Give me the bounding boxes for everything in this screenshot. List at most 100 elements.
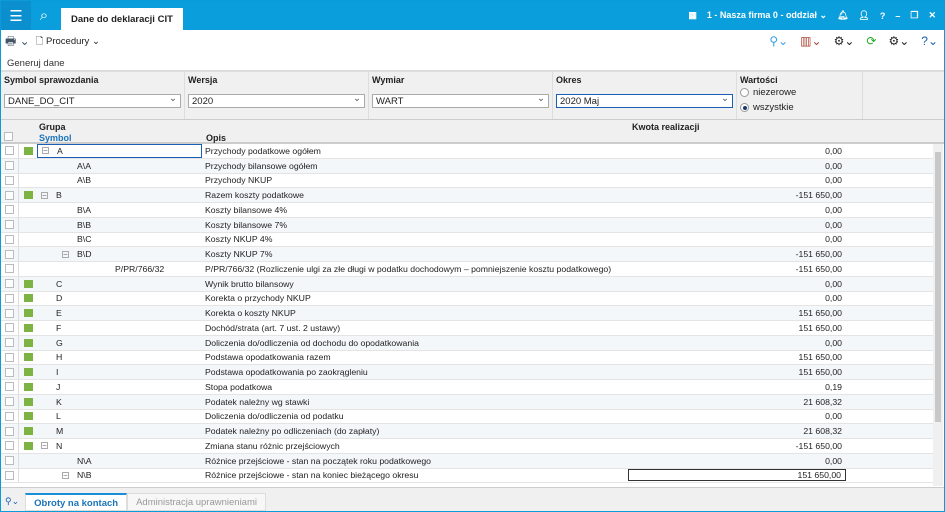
row-checkbox[interactable] (5, 426, 14, 436)
wymiar-select[interactable]: WART (372, 93, 549, 108)
row-opis: Razem koszty podatkowe (205, 190, 304, 201)
row-checkbox[interactable] (5, 382, 14, 392)
bottom-menu-icon[interactable]: ⚲⌄ (5, 496, 19, 507)
collapse-icon[interactable]: – (62, 250, 69, 258)
help-circle-icon[interactable]: ?⌄ (921, 34, 938, 48)
row-kwota: 0,00 (825, 175, 842, 186)
status-marker (23, 427, 33, 436)
search-icon[interactable]: ⌕ (31, 1, 57, 30)
row-symbol: B (56, 190, 62, 201)
close-icon[interactable]: ✕ (928, 10, 936, 21)
row-checkbox[interactable] (5, 264, 14, 274)
row-opis: Przychody NKUP (205, 175, 273, 186)
row-checkbox[interactable] (5, 146, 14, 156)
table-row[interactable]: L Doliczenia do/odliczenia od podatku 0,… (1, 409, 934, 425)
row-checkbox[interactable] (5, 234, 14, 244)
row-checkbox[interactable] (5, 338, 14, 348)
col-symbol[interactable]: Symbol (39, 133, 72, 143)
okres-select[interactable]: 2020 Maj (556, 93, 733, 108)
table-row[interactable]: – A Przychody podatkowe ogółem 0,00 (1, 144, 934, 159)
collapse-icon[interactable]: – (42, 147, 49, 155)
table-row[interactable]: D Korekta o przychody NKUP 0,00 (1, 291, 934, 307)
row-checkbox[interactable] (5, 367, 14, 377)
restore-icon[interactable]: ❐ (910, 10, 918, 21)
vertical-scrollbar[interactable] (933, 144, 943, 486)
row-checkbox[interactable] (5, 175, 14, 185)
row-checkbox[interactable] (5, 397, 14, 407)
table-row[interactable]: – B\D Koszty NKUP 7% -151 650,00 (1, 247, 934, 262)
layout-icon[interactable]: ⚙⌄ (888, 34, 909, 48)
row-checkbox[interactable] (5, 352, 14, 362)
row-checkbox[interactable] (5, 161, 14, 171)
table-row[interactable]: B\A Koszty bilansowe 4% 0,00 (1, 203, 934, 218)
wersja-select[interactable]: 2020 (188, 93, 365, 108)
row-symbol: L (56, 411, 61, 422)
col-grupa[interactable]: Grupa (39, 122, 66, 132)
table-row[interactable]: – N Zmiana stanu różnic przejściowych -15… (1, 439, 934, 454)
settings-icon[interactable]: ⚙⌄ (834, 34, 855, 48)
symbol-select[interactable]: DANE_DO_CIT (4, 93, 181, 108)
row-checkbox[interactable] (5, 293, 14, 303)
procedury-button[interactable]: 🗋 Procedury ⌄ (36, 34, 100, 50)
table-row[interactable]: E Korekta o koszty NKUP 151 650,00 (1, 306, 934, 321)
table-row[interactable]: A\A Przychody bilansowe ogółem 0,00 (1, 158, 934, 174)
table-row[interactable]: H Podstawa opodatkowania razem 151 650,0… (1, 350, 934, 366)
row-opis: Dochód/strata (art. 7 ust. 2 ustawy) (205, 322, 341, 333)
row-checkbox[interactable] (5, 220, 14, 230)
row-checkbox[interactable] (5, 456, 14, 466)
table-row[interactable]: A\B Przychody NKUP 0,00 (1, 173, 934, 189)
table-row[interactable]: G Doliczenia do/odliczenia od dochodu do… (1, 335, 934, 351)
company-selector[interactable]: 1 - Nasza firma 0 - oddział ⌄ (707, 10, 827, 21)
apps-grid-icon[interactable]: ▦ (688, 10, 697, 21)
radio-niezerowe[interactable]: niezerowe (740, 87, 859, 98)
collapse-icon[interactable]: – (62, 471, 69, 479)
row-checkbox[interactable] (5, 470, 14, 480)
table-row[interactable]: – N\B Różnice przejściowe - stan na konie… (1, 468, 934, 484)
table-row[interactable]: I Podstawa opodatkowania po zaokrągleniu… (1, 365, 934, 380)
tab-administracja[interactable]: Administracja uprawnieniami (127, 493, 266, 511)
row-symbol: I (56, 367, 59, 378)
generuj-dane-button[interactable]: Generuj dane (1, 54, 944, 72)
collapse-icon[interactable]: – (41, 191, 48, 199)
minimize-icon[interactable]: – (895, 11, 900, 21)
symbol-label: Symbol sprawozdania (4, 75, 99, 85)
row-checkbox[interactable] (5, 190, 14, 200)
row-checkbox[interactable] (5, 308, 14, 318)
table-row[interactable]: M Podatek należny po odliczeniach (do za… (1, 424, 934, 439)
menu-icon[interactable]: ☰ (1, 1, 31, 30)
row-checkbox[interactable] (5, 411, 14, 421)
help-icon[interactable]: ? (880, 11, 886, 21)
table-row[interactable]: P/PR/766/32 P/PR/766/32 (Rozliczenie ulg… (1, 262, 934, 277)
table-row[interactable]: C Wynik brutto bilansowy 0,00 (1, 276, 934, 292)
collapse-icon[interactable]: – (41, 442, 48, 450)
row-checkbox[interactable] (5, 249, 14, 259)
radio-wszystkie[interactable]: wszystkie (740, 102, 859, 113)
table-row[interactable]: B\C Koszty NKUP 4% 0,00 (1, 232, 934, 248)
row-kwota: 0,00 (825, 455, 842, 466)
table-row[interactable]: – B Razem koszty podatkowe -151 650,00 (1, 188, 934, 203)
row-checkbox[interactable] (5, 279, 14, 289)
tab-obroty[interactable]: Obroty na kontach (25, 493, 128, 511)
table-row[interactable]: N\A Różnice przejściowe - stan na począt… (1, 453, 934, 469)
table-row[interactable]: B\B Koszty bilansowe 7% 0,00 (1, 217, 934, 233)
row-kwota: 0,00 (825, 145, 842, 156)
refresh-icon[interactable]: ⟳ (866, 34, 876, 48)
row-checkbox[interactable] (5, 441, 14, 451)
row-symbol: A\B (77, 175, 92, 186)
user-icon[interactable]: 👤︎ (858, 10, 869, 21)
row-opis: Podatek należny po odliczeniach (do zapł… (205, 426, 380, 437)
search-filter-icon[interactable]: ⚲⌄ (769, 34, 788, 48)
table-row[interactable]: K Podatek należny wg stawki 21 608,32 (1, 394, 934, 410)
col-kwota[interactable]: Kwota realizacji (632, 122, 700, 132)
row-checkbox[interactable] (5, 205, 14, 215)
chart-icon[interactable]: ▥⌄ (800, 34, 821, 48)
col-opis[interactable]: Opis (206, 133, 226, 143)
tab-dane-cit[interactable]: Dane do deklaracji CIT (61, 8, 183, 30)
print-icon[interactable]: 🖶 ⌄ (5, 32, 30, 53)
row-checkbox[interactable] (5, 323, 14, 333)
select-all-checkbox[interactable] (4, 132, 13, 141)
bell-icon[interactable]: 🔔︎ (837, 10, 848, 21)
bottom-tabs: ⚲⌄ Obroty na kontach Administracja upraw… (1, 487, 944, 511)
table-row[interactable]: J Stopa podatkowa 0,19 (1, 380, 934, 395)
table-row[interactable]: F Dochód/strata (art. 7 ust. 2 ustawy) 1… (1, 321, 934, 336)
